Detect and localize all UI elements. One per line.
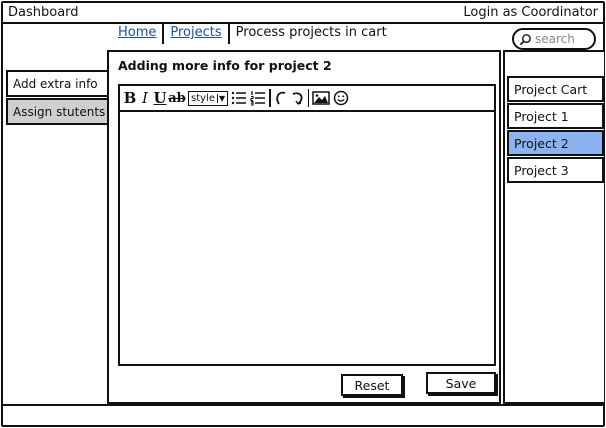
reset-button[interactable]: Reset [341,374,403,396]
login-link[interactable]: Login as Coordinator [463,5,598,20]
breadcrumb: Home Projects Process projects in cart [112,24,393,44]
left-nav: Add extra info Assign stutents [6,70,110,125]
top-bar: Dashboard Login as Coordinator [2,2,604,24]
tab-assign-students[interactable]: Assign stutents [6,98,110,125]
italic-icon[interactable]: I [139,88,151,108]
style-dropdown[interactable]: style ▼ [188,90,229,106]
search-input[interactable] [535,32,593,46]
search-icon [519,33,531,45]
rich-text-editor: B I U ab style ▼ [118,84,496,366]
main-content: Adding more info for project 2 B I U ab … [107,50,501,404]
chevron-down-icon: ▼ [216,93,226,103]
emoji-icon[interactable] [333,88,349,108]
strikethrough-icon[interactable]: ab [168,88,186,108]
project-3-item[interactable]: Project 3 [507,157,604,183]
save-button[interactable]: Save [426,372,496,394]
tab-add-extra-info[interactable]: Add extra info [6,70,110,97]
app-title: Dashboard [8,5,79,20]
underline-icon[interactable]: U [153,88,166,108]
numbered-list-icon[interactable] [250,88,266,108]
breadcrumb-projects[interactable]: Projects [164,24,230,44]
image-icon[interactable] [312,88,330,108]
project-2-item[interactable]: Project 2 [507,130,604,156]
toolbar-divider [307,89,310,107]
page-title: Adding more info for project 2 [118,58,332,73]
style-dropdown-label: style [191,92,215,104]
undo-icon[interactable] [274,88,288,108]
editor-text-area[interactable] [120,112,494,364]
footer-divider [2,404,604,406]
redo-icon[interactable] [291,88,305,108]
toolbar-divider [269,89,271,107]
breadcrumb-home[interactable]: Home [112,24,165,44]
project-cart-panel: Project Cart Project 1 Project 2 Project… [503,50,604,404]
editor-toolbar: B I U ab style ▼ [120,86,494,112]
project-1-item[interactable]: Project 1 [507,103,604,129]
breadcrumb-current: Process projects in cart [235,25,387,40]
search-box[interactable] [512,28,596,50]
project-cart-item[interactable]: Project Cart [507,76,604,102]
bold-icon[interactable]: B [124,88,137,108]
bullet-list-icon[interactable] [231,88,247,108]
